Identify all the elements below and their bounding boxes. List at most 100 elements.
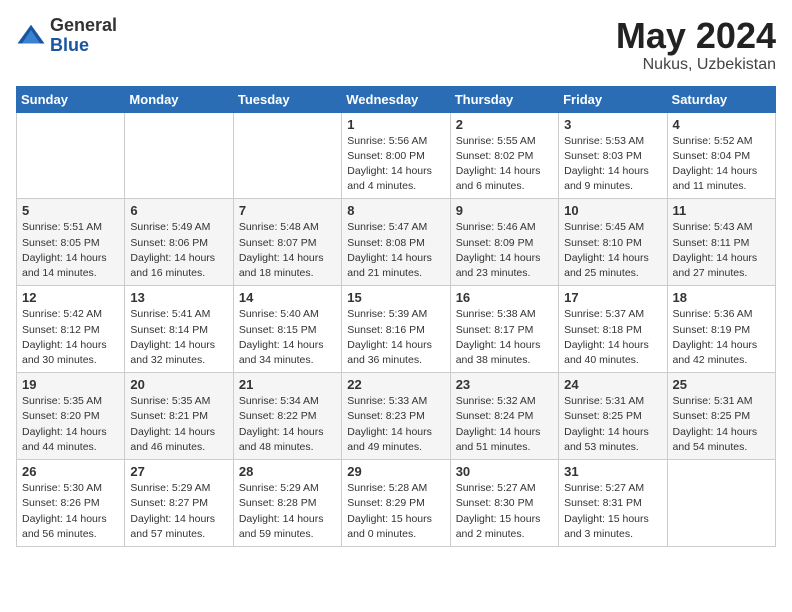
day-number: 5: [22, 203, 119, 218]
calendar-cell: 28Sunrise: 5:29 AM Sunset: 8:28 PM Dayli…: [233, 460, 341, 547]
day-info: Sunrise: 5:34 AM Sunset: 8:22 PM Dayligh…: [239, 394, 336, 455]
calendar-cell: 8 Sunrise: 5:47 AM Sunset: 8:08 PM Daylig…: [342, 199, 450, 286]
day-number: 11: [673, 203, 770, 218]
day-info: Sunrise: 5:37 AM Sunset: 8:18 PM Dayligh…: [564, 307, 661, 368]
day-info: Sunrise: 5:41 AM Sunset: 8:14 PM Dayligh…: [130, 307, 227, 368]
day-info: Sunrise: 5:46 AM Sunset: 8:09 PM Dayligh…: [456, 220, 553, 281]
calendar-cell: [125, 112, 233, 199]
calendar-week-row: 19Sunrise: 5:35 AM Sunset: 8:20 PM Dayli…: [17, 373, 776, 460]
day-number: 2: [456, 117, 553, 132]
title-block: May 2024 Nukus, Uzbekistan: [616, 16, 776, 74]
calendar-cell: 4 Sunrise: 5:52 AM Sunset: 8:04 PM Daylig…: [667, 112, 775, 199]
day-number: 15: [347, 290, 444, 305]
calendar-cell: 16Sunrise: 5:38 AM Sunset: 8:17 PM Dayli…: [450, 286, 558, 373]
calendar-cell: 31 Sunrise: 5:27 AM Sunset: 8:31 PM Dayli…: [559, 460, 667, 547]
day-number: 10: [564, 203, 661, 218]
calendar-cell: 3 Sunrise: 5:53 AM Sunset: 8:03 PM Daylig…: [559, 112, 667, 199]
day-number: 16: [456, 290, 553, 305]
calendar-cell: 17Sunrise: 5:37 AM Sunset: 8:18 PM Dayli…: [559, 286, 667, 373]
day-number: 8: [347, 203, 444, 218]
day-info: Sunrise: 5:40 AM Sunset: 8:15 PM Dayligh…: [239, 307, 336, 368]
calendar-cell: 12 Sunrise: 5:42 AM Sunset: 8:12 PM Dayli…: [17, 286, 125, 373]
day-number: 1: [347, 117, 444, 132]
calendar-cell: 18Sunrise: 5:36 AM Sunset: 8:19 PM Dayli…: [667, 286, 775, 373]
day-info: Sunrise: 5:27 AM Sunset: 8:30 PM Dayligh…: [456, 481, 553, 542]
logo: General Blue: [16, 16, 117, 56]
day-info: Sunrise: 5:45 AM Sunset: 8:10 PM Dayligh…: [564, 220, 661, 281]
day-info: Sunrise: 5:49 AM Sunset: 8:06 PM Dayligh…: [130, 220, 227, 281]
day-info: Sunrise: 5:31 AM Sunset: 8:25 PM Dayligh…: [564, 394, 661, 455]
calendar-week-row: 26 Sunrise: 5:30 AM Sunset: 8:26 PM Dayli…: [17, 460, 776, 547]
day-number: 26: [22, 464, 119, 479]
day-number: 29: [347, 464, 444, 479]
day-number: 20: [130, 377, 227, 392]
calendar-cell: 5 Sunrise: 5:51 AM Sunset: 8:05 PM Daylig…: [17, 199, 125, 286]
calendar-cell: 22 Sunrise: 5:33 AM Sunset: 8:23 PM Dayli…: [342, 373, 450, 460]
day-number: 21: [239, 377, 336, 392]
day-info: Sunrise: 5:29 AM Sunset: 8:27 PM Dayligh…: [130, 481, 227, 542]
day-number: 24: [564, 377, 661, 392]
day-info: Sunrise: 5:53 AM Sunset: 8:03 PM Dayligh…: [564, 134, 661, 195]
day-number: 23: [456, 377, 553, 392]
calendar-cell: 6Sunrise: 5:49 AM Sunset: 8:06 PM Daylig…: [125, 199, 233, 286]
logo-general-text: General: [50, 16, 117, 36]
day-info: Sunrise: 5:42 AM Sunset: 8:12 PM Dayligh…: [22, 307, 119, 368]
calendar-cell: [17, 112, 125, 199]
weekday-header-sunday: Sunday: [17, 86, 125, 112]
day-number: 31: [564, 464, 661, 479]
weekday-header-row: SundayMondayTuesdayWednesdayThursdayFrid…: [17, 86, 776, 112]
calendar-cell: 21 Sunrise: 5:34 AM Sunset: 8:22 PM Dayli…: [233, 373, 341, 460]
day-info: Sunrise: 5:56 AM Sunset: 8:00 PM Dayligh…: [347, 134, 444, 195]
day-number: 4: [673, 117, 770, 132]
page-header: General Blue May 2024 Nukus, Uzbekistan: [16, 16, 776, 74]
day-info: Sunrise: 5:51 AM Sunset: 8:05 PM Dayligh…: [22, 220, 119, 281]
day-info: Sunrise: 5:30 AM Sunset: 8:26 PM Dayligh…: [22, 481, 119, 542]
day-info: Sunrise: 5:32 AM Sunset: 8:24 PM Dayligh…: [456, 394, 553, 455]
calendar-cell: 13Sunrise: 5:41 AM Sunset: 8:14 PM Dayli…: [125, 286, 233, 373]
calendar-cell: 25Sunrise: 5:31 AM Sunset: 8:25 PM Dayli…: [667, 373, 775, 460]
calendar-cell: 11 Sunrise: 5:43 AM Sunset: 8:11 PM Dayli…: [667, 199, 775, 286]
day-info: Sunrise: 5:27 AM Sunset: 8:31 PM Dayligh…: [564, 481, 661, 542]
day-info: Sunrise: 5:35 AM Sunset: 8:21 PM Dayligh…: [130, 394, 227, 455]
calendar-cell: 30 Sunrise: 5:27 AM Sunset: 8:30 PM Dayli…: [450, 460, 558, 547]
calendar-cell: [233, 112, 341, 199]
day-info: Sunrise: 5:39 AM Sunset: 8:16 PM Dayligh…: [347, 307, 444, 368]
calendar-cell: 2 Sunrise: 5:55 AM Sunset: 8:02 PM Daylig…: [450, 112, 558, 199]
calendar-cell: 9Sunrise: 5:46 AM Sunset: 8:09 PM Daylig…: [450, 199, 558, 286]
weekday-header-wednesday: Wednesday: [342, 86, 450, 112]
day-number: 3: [564, 117, 661, 132]
calendar-cell: 10 Sunrise: 5:45 AM Sunset: 8:10 PM Dayli…: [559, 199, 667, 286]
calendar-cell: 27Sunrise: 5:29 AM Sunset: 8:27 PM Dayli…: [125, 460, 233, 547]
day-number: 12: [22, 290, 119, 305]
calendar-cell: 14Sunrise: 5:40 AM Sunset: 8:15 PM Dayli…: [233, 286, 341, 373]
calendar-cell: 19Sunrise: 5:35 AM Sunset: 8:20 PM Dayli…: [17, 373, 125, 460]
weekday-header-tuesday: Tuesday: [233, 86, 341, 112]
logo-icon: [16, 21, 46, 51]
weekday-header-friday: Friday: [559, 86, 667, 112]
day-info: Sunrise: 5:43 AM Sunset: 8:11 PM Dayligh…: [673, 220, 770, 281]
day-info: Sunrise: 5:29 AM Sunset: 8:28 PM Dayligh…: [239, 481, 336, 542]
logo-blue-text: Blue: [50, 36, 117, 56]
day-info: Sunrise: 5:33 AM Sunset: 8:23 PM Dayligh…: [347, 394, 444, 455]
day-info: Sunrise: 5:47 AM Sunset: 8:08 PM Dayligh…: [347, 220, 444, 281]
day-info: Sunrise: 5:28 AM Sunset: 8:29 PM Dayligh…: [347, 481, 444, 542]
day-info: Sunrise: 5:48 AM Sunset: 8:07 PM Dayligh…: [239, 220, 336, 281]
calendar-cell: 23 Sunrise: 5:32 AM Sunset: 8:24 PM Dayli…: [450, 373, 558, 460]
day-info: Sunrise: 5:55 AM Sunset: 8:02 PM Dayligh…: [456, 134, 553, 195]
day-number: 30: [456, 464, 553, 479]
weekday-header-saturday: Saturday: [667, 86, 775, 112]
month-year-title: May 2024: [616, 16, 776, 56]
calendar-week-row: 12 Sunrise: 5:42 AM Sunset: 8:12 PM Dayli…: [17, 286, 776, 373]
calendar-cell: 20 Sunrise: 5:35 AM Sunset: 8:21 PM Dayli…: [125, 373, 233, 460]
calendar-cell: [667, 460, 775, 547]
calendar-week-row: 5 Sunrise: 5:51 AM Sunset: 8:05 PM Daylig…: [17, 199, 776, 286]
weekday-header-monday: Monday: [125, 86, 233, 112]
day-number: 22: [347, 377, 444, 392]
day-number: 19: [22, 377, 119, 392]
calendar-week-row: 1 Sunrise: 5:56 AM Sunset: 8:00 PM Daylig…: [17, 112, 776, 199]
weekday-header-thursday: Thursday: [450, 86, 558, 112]
calendar-cell: 7Sunrise: 5:48 AM Sunset: 8:07 PM Daylig…: [233, 199, 341, 286]
logo-text: General Blue: [50, 16, 117, 56]
day-info: Sunrise: 5:52 AM Sunset: 8:04 PM Dayligh…: [673, 134, 770, 195]
calendar-cell: 1 Sunrise: 5:56 AM Sunset: 8:00 PM Daylig…: [342, 112, 450, 199]
